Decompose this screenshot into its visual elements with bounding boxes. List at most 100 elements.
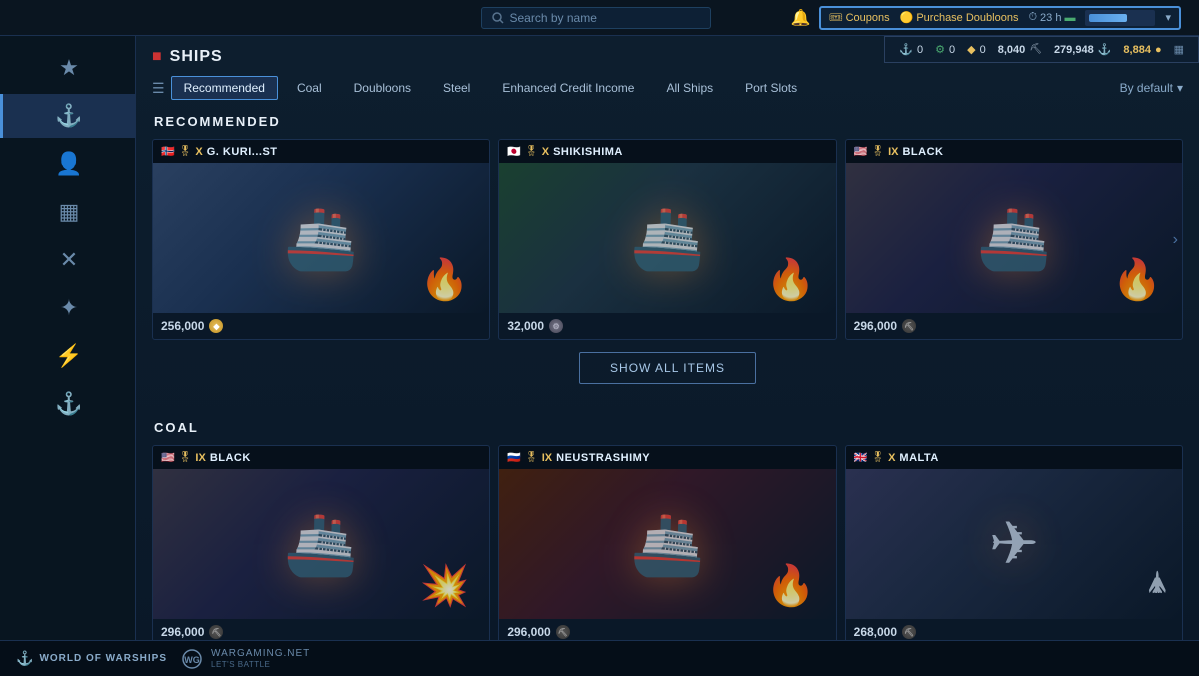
flag-norway: 🇳🇴 bbox=[161, 145, 175, 158]
coupon-icon: 🎟 bbox=[829, 11, 843, 24]
ship-image-shiki: 🚢 🔥 bbox=[499, 163, 835, 313]
ship-silhouette-neustr: 🚢 bbox=[630, 509, 705, 580]
currency-item-coal: 8,040 ⛏ bbox=[998, 44, 1042, 56]
flower-icon: ✦ bbox=[60, 295, 78, 321]
doubloon-ico-kuri: ◆ bbox=[209, 319, 223, 333]
bottom-bar: ⚓ WORLD OF WARSHIPS WG WARGAMING.NET LET… bbox=[0, 640, 1199, 676]
premium-badge-malta: 🎖 bbox=[871, 452, 884, 463]
sidebar-item-profile[interactable]: 👤 bbox=[0, 142, 135, 186]
sidebar-item-ships[interactable]: ⚓ bbox=[0, 94, 135, 138]
ship-card-header-neustr: 🇷🇺 🎖 IX NEUSTRASHIMY bbox=[499, 446, 835, 469]
sidebar-item-tools[interactable]: ✕ bbox=[0, 238, 135, 282]
port-icon: ⚓ bbox=[55, 391, 82, 417]
wg-logo-svg: WG bbox=[177, 649, 207, 669]
currency-item-3: ◆ 0 bbox=[967, 43, 986, 56]
premium-badge-shiki: 🎖 bbox=[525, 146, 538, 157]
currency-item-extra: ▦ bbox=[1174, 43, 1184, 56]
coal-ico-black-coal: ⛏ bbox=[209, 625, 223, 639]
ship-card-black-coal[interactable]: 🇺🇸 🎖 IX BLACK 🚢 💥 296,000 ⛏ bbox=[152, 445, 490, 646]
sidebar-item-upgrades[interactable]: ✦ bbox=[0, 286, 135, 330]
ship-image-neustr: 🚢 🔥 bbox=[499, 469, 835, 619]
ship-image-black-rec: 🚢 🔥 bbox=[846, 163, 1182, 313]
ship-card-malta[interactable]: 🇬🇧 🎖 X MALTA ✈ 🛦 268,000 ⛏ bbox=[845, 445, 1183, 646]
ship-card-shiki[interactable]: 🇯🇵 🎖 X SHIKISHIMA 🚢 🔥 32,000 ⚙ bbox=[498, 139, 836, 340]
ships-title-icon: ■ bbox=[152, 48, 162, 66]
ship-image-kuri: 🚢 🔥 bbox=[153, 163, 489, 313]
tab-doubloons[interactable]: Doubloons bbox=[341, 76, 424, 100]
tier-shiki: X bbox=[542, 146, 549, 158]
anchor-icon: ⚓ bbox=[55, 103, 82, 129]
sidebar: ★ ⚓ 👤 ▦ ✕ ✦ ⚡ ⚓ bbox=[0, 36, 136, 676]
tab-all-ships[interactable]: All Ships bbox=[653, 76, 726, 100]
notification-bell[interactable]: 🔔 bbox=[791, 8, 811, 28]
name-neustr: NEUSTRASHIMY bbox=[556, 452, 650, 464]
tab-port-slots[interactable]: Port Slots bbox=[732, 76, 810, 100]
name-malta: MALTA bbox=[899, 452, 938, 464]
sort-button[interactable]: By default ▾ bbox=[1120, 81, 1183, 95]
wows-anchor-icon: ⚓ bbox=[16, 650, 33, 667]
currency-icon-2: ⚙ bbox=[935, 43, 945, 56]
search-placeholder: Search by name bbox=[510, 11, 597, 25]
tab-recommended[interactable]: Recommended bbox=[171, 76, 278, 100]
ship-card-header-black-coal: 🇺🇸 🎖 IX BLACK bbox=[153, 446, 489, 469]
doubloon-icon: 🟡 bbox=[900, 11, 914, 24]
star-icon: ★ bbox=[59, 55, 79, 81]
profile-dropdown[interactable]: ▾ bbox=[1165, 11, 1171, 24]
ship-footer-black-rec: 296,000 ⛏ bbox=[846, 313, 1182, 339]
sidebar-item-signals[interactable]: ⚡ bbox=[0, 334, 135, 378]
tools-icon: ✕ bbox=[60, 247, 78, 273]
currency-item-credits: 279,948 ⚓ bbox=[1054, 43, 1111, 56]
progress-bar bbox=[1085, 10, 1155, 26]
tab-coal[interactable]: Coal bbox=[284, 76, 335, 100]
lightning-icon: ⚡ bbox=[55, 343, 82, 369]
tier-malta: X bbox=[888, 452, 895, 464]
ship-image-malta: ✈ 🛦 bbox=[846, 469, 1182, 619]
flag-usa-coal: 🇺🇸 bbox=[161, 451, 175, 464]
coupons-button[interactable]: 🎟 Coupons bbox=[829, 11, 890, 24]
wows-logo: ⚓ WORLD OF WARSHIPS bbox=[16, 650, 167, 667]
ship-card-header-black-rec: 🇺🇸 🎖 IX BLACK bbox=[846, 140, 1182, 163]
ship-image-black-coal: 🚢 💥 bbox=[153, 469, 489, 619]
malta-carrier-icon: 🛦 bbox=[1147, 561, 1167, 609]
ship-card-neustr[interactable]: 🇷🇺 🎖 IX NEUSTRASHIMY 🚢 🔥 296,000 ⛏ bbox=[498, 445, 836, 646]
price-malta: 268,000 bbox=[854, 625, 897, 639]
tab-steel[interactable]: Steel bbox=[430, 76, 483, 100]
tier-black-rec: IX bbox=[888, 146, 898, 158]
ship-card-header-malta: 🇬🇧 🎖 X MALTA bbox=[846, 446, 1182, 469]
ship-card-header-shiki: 🇯🇵 🎖 X SHIKISHIMA bbox=[499, 140, 835, 163]
sidebar-item-port[interactable]: ⚓ bbox=[0, 382, 135, 426]
fire-effect-black-rec: 🔥 bbox=[1112, 256, 1162, 303]
sidebar-item-modules[interactable]: ▦ bbox=[0, 190, 135, 234]
ship-silhouette-malta: ✈ bbox=[989, 509, 1039, 579]
ship-card-kuri[interactable]: 🇳🇴 🎖 X G. KURI...ST 🚢 🔥 256,000 ◆ bbox=[152, 139, 490, 340]
currency-icon-3: ◆ bbox=[967, 43, 975, 56]
page-title: Ships bbox=[170, 48, 223, 66]
tab-enhanced-credit[interactable]: Enhanced Credit Income bbox=[489, 76, 647, 100]
ship-silhouette-shiki: 🚢 bbox=[630, 203, 705, 274]
premium-badge-kuri: 🎖 bbox=[179, 146, 192, 157]
main-content: ■ Ships ☰ Recommended Coal Doubloons Ste… bbox=[136, 36, 1199, 676]
doubloons-icon: ● bbox=[1155, 44, 1162, 56]
currency-item-2: ⚙ 0 bbox=[935, 43, 955, 56]
grid-icon: ▦ bbox=[59, 199, 80, 225]
extra-icon: ▦ bbox=[1174, 43, 1184, 56]
filter-icon[interactable]: ☰ bbox=[152, 80, 165, 97]
tier-black-coal: IX bbox=[195, 452, 205, 464]
ship-footer-shiki: 32,000 ⚙ bbox=[499, 313, 835, 339]
search-icon bbox=[492, 12, 504, 24]
purchase-doubloons-button[interactable]: 🟡 Purchase Doubloons bbox=[900, 11, 1019, 24]
top-bar: Search by name 🔔 🎟 Coupons 🟡 Purchase Do… bbox=[0, 0, 1199, 36]
tier-neustr: IX bbox=[542, 452, 552, 464]
wg-label: WARGAMING.NET LET'S BATTLE bbox=[211, 648, 310, 670]
tier-kuri: X bbox=[195, 146, 202, 158]
recommended-section-header: RECOMMENDED bbox=[152, 114, 1183, 129]
sidebar-item-favorites[interactable]: ★ bbox=[0, 46, 135, 90]
price-kuri: 256,000 bbox=[161, 319, 204, 333]
currency-item-1: ⚓ 0 bbox=[899, 43, 923, 56]
flag-russia: 🇷🇺 bbox=[507, 451, 521, 464]
search-box[interactable]: Search by name bbox=[481, 7, 711, 29]
name-kuri: G. KURI...ST bbox=[207, 146, 278, 158]
coal-ico-black-rec: ⛏ bbox=[902, 319, 916, 333]
show-all-recommended-button[interactable]: SHOW ALL ITEMS bbox=[579, 352, 756, 384]
ship-card-black-rec[interactable]: 🇺🇸 🎖 IX BLACK 🚢 🔥 296,000 ⛏ › bbox=[845, 139, 1183, 340]
